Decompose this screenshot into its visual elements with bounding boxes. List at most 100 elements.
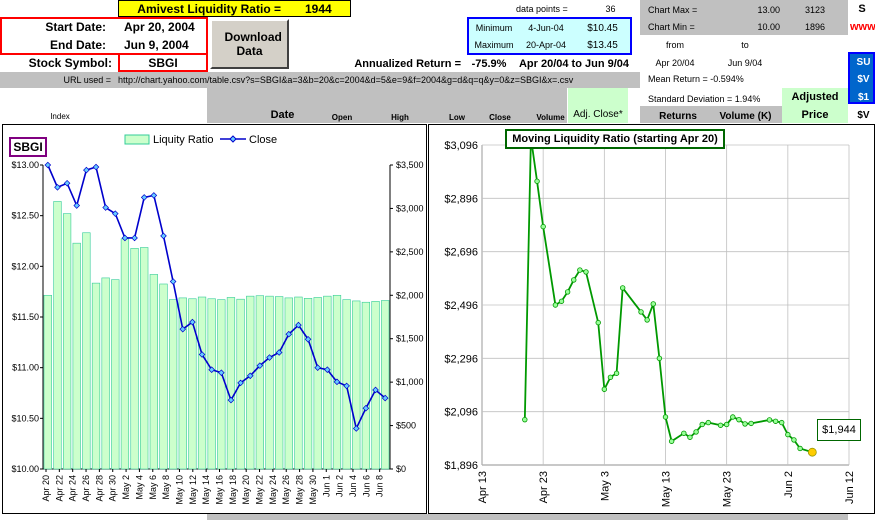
moving-ratio-point	[785, 431, 791, 438]
moving-ratio-point	[766, 417, 773, 423]
moving-ratio-point	[699, 421, 705, 428]
liquidity-bar	[246, 295, 255, 470]
moving-ratio-point	[564, 289, 571, 295]
moving-ratio-point	[638, 309, 644, 315]
to-value: Jun 9/04	[727, 58, 763, 68]
close-point	[63, 179, 71, 187]
y-tick-label: $1,896	[444, 460, 478, 472]
moving-liquidity-chart-panel[interactable]: $3,096 $2,896 $2,696 $2,496 $2,296 $2,096 $1,8…	[428, 124, 875, 514]
left-tick-label: $12.00	[11, 261, 39, 271]
col-open: Open	[331, 112, 353, 122]
liquidity-bar	[207, 298, 216, 470]
close-point	[92, 163, 100, 171]
liquidity-bar	[361, 301, 371, 470]
right-tick-label: $3,500	[396, 160, 424, 170]
liquidity-bar	[72, 242, 81, 470]
moving-ratio-point	[742, 421, 748, 427]
minimum-label: Minimum	[475, 23, 513, 33]
x-tick-label: May 18	[228, 475, 238, 505]
stock-chart: $13.00 $12.50 $12.00 $11.50 $11.00 $10.50 $10.…	[11, 134, 424, 505]
x-tick-label: Apr 13	[477, 471, 489, 503]
liquidity-bar	[82, 232, 91, 470]
col-adjusted: Adjusted	[791, 91, 839, 103]
end-value-annotation: $1,944	[817, 419, 861, 441]
symbol-input[interactable]: SBGI	[118, 53, 208, 72]
chart-max-label: Chart Max =	[648, 5, 698, 15]
x-tick-label: Jun 12	[844, 471, 856, 504]
left-tick-label: $10.00	[11, 464, 39, 474]
x-tick-label: May 26	[281, 475, 291, 505]
liquidity-bar	[140, 247, 149, 470]
moving-ratio-point	[534, 178, 540, 184]
chart-min-value: 10.00	[757, 22, 780, 32]
moving-ratio-point	[723, 421, 730, 428]
moving-ratio-point	[650, 301, 656, 307]
liquidity-bar	[381, 300, 390, 470]
moving-ratio-point	[772, 418, 779, 424]
close-point	[44, 161, 52, 169]
url-label: URL used =	[63, 75, 111, 85]
liquidity-bar	[62, 213, 72, 470]
close-point	[160, 232, 167, 240]
download-data-button[interactable]: Download Data	[210, 19, 289, 69]
stock-chart-panel[interactable]: $13.00 $12.50 $12.00 $11.50 $11.00 $10.50 $10.…	[2, 124, 427, 514]
moving-ratio-point	[613, 370, 620, 376]
right-tick-label: $2,000	[396, 290, 424, 300]
liquidity-bar	[120, 238, 130, 470]
liquidity-bar	[159, 283, 168, 470]
close-point	[140, 194, 148, 201]
download-label: Download Data	[224, 30, 282, 58]
x-tick-label: Apr 23	[538, 471, 550, 503]
moving-ratio-point	[705, 419, 712, 426]
col-low: Low	[449, 112, 465, 122]
moving-ratio-point	[791, 437, 797, 443]
col-price: Price	[801, 109, 829, 121]
legend-liquidity-swatch	[124, 134, 150, 145]
y-tick-label: $2,296	[444, 353, 478, 365]
left-tick-label: $12.50	[11, 211, 39, 221]
moving-ratio-line	[523, 137, 813, 454]
minimum-value: $10.45	[587, 22, 618, 34]
url-value[interactable]: http://chart.yahoo.com/table.csv?s=SBGI&…	[118, 72, 638, 88]
y-tick-label: $3,096	[444, 140, 478, 152]
x-tick-label: May 14	[201, 475, 211, 505]
chart-min-label: Chart Min =	[648, 22, 695, 32]
start-date-value[interactable]: Apr 20, 2004	[124, 18, 208, 35]
moving-chart-title: Moving Liquidity Ratio (starting Apr 20)	[505, 129, 725, 149]
end-date-value[interactable]: Jun 9, 2004	[124, 36, 208, 53]
liquidity-bar	[111, 279, 120, 470]
right-tick-label: $1,000	[396, 377, 424, 387]
from-value: Apr 20/04	[655, 58, 695, 68]
x-tick-label: May 20	[241, 475, 251, 505]
moving-ratio-point	[681, 430, 687, 436]
col-returns: Returns	[659, 110, 697, 122]
right-www: www	[850, 21, 875, 33]
liquidity-bar	[91, 282, 101, 470]
close-point	[131, 234, 138, 242]
x-tick-label: Apr 30	[108, 475, 118, 502]
mean-return: Mean Return = -0.594%	[648, 74, 744, 84]
y-tick-label: $2,096	[444, 407, 478, 419]
maximum-label: Maximum	[474, 40, 514, 50]
liquidity-bar	[352, 300, 361, 470]
right-tick-label: $2,500	[396, 247, 424, 257]
right-tick-label: $0	[396, 464, 406, 474]
moving-ratio-point	[644, 317, 650, 323]
x-tick-label: May 8	[161, 475, 171, 500]
moving-ratio-point	[583, 269, 589, 275]
left-tick-label: $11.00	[12, 363, 39, 373]
moving-ratio-point	[552, 302, 559, 308]
moving-liquidity-chart: $3,096 $2,896 $2,696 $2,496 $2,296 $2,096 $1,8…	[444, 135, 856, 507]
annualized-range: Apr 20/04 to Jun 9/04	[518, 57, 630, 70]
col-date: Date	[270, 109, 295, 121]
x-tick-label: Apr 22	[54, 475, 64, 502]
moving-ratio-point	[717, 422, 724, 428]
x-tick-label: Jun 8	[375, 475, 385, 497]
y-tick-label: $2,696	[444, 247, 478, 259]
right-sv3: $V	[857, 109, 870, 121]
maximum-value: $13.45	[587, 39, 618, 51]
x-tick-label: May 24	[268, 475, 278, 505]
x-tick-label: May 30	[308, 475, 318, 505]
liquidity-bar	[43, 294, 52, 470]
left-tick-label: $11.50	[12, 312, 39, 322]
